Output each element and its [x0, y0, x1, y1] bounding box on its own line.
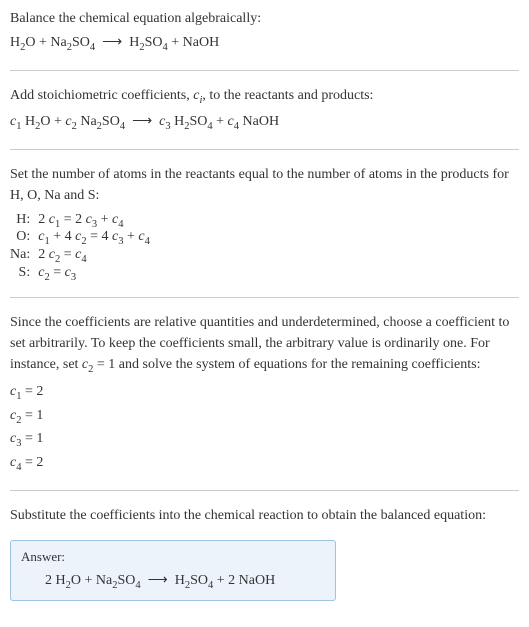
atom-row: O: c1 + 4 c2 = 4 c3 + c4 — [10, 229, 150, 247]
step1-text: Balance the chemical equation algebraica… — [10, 8, 519, 29]
answer-equation: 2 H2O + Na2SO4 ⟶ H2SO4 + 2 NaOH — [21, 571, 325, 591]
coefficients: c1 = 2 c2 = 1 c3 = 1 c4 = 2 — [10, 381, 519, 475]
step2-equation: c1 H2O + c2 Na2SO4 ⟶ c3 H2SO4 + c4 NaOH — [10, 110, 519, 135]
divider — [10, 490, 519, 491]
atom-row: S: c2 = c3 — [10, 265, 150, 283]
answer-label: Answer: — [21, 549, 325, 565]
step-solve: Since the coefficients are relative quan… — [10, 312, 519, 476]
step-atoms: Set the number of atoms in the reactants… — [10, 164, 519, 283]
coef-line: c4 = 2 — [10, 452, 519, 476]
atom-row: H: 2 c1 = 2 c3 + c4 — [10, 212, 150, 230]
step2-text: Add stoichiometric coefficients, ci, to … — [10, 85, 519, 109]
step1-equation: H2O + Na2SO4 ⟶ H2SO4 + NaOH — [10, 31, 519, 56]
step-substitute: Substitute the coefficients into the che… — [10, 505, 519, 526]
coef-line: c3 = 1 — [10, 428, 519, 452]
step5-text: Substitute the coefficients into the che… — [10, 505, 519, 526]
answer-box: Answer: 2 H2O + Na2SO4 ⟶ H2SO4 + 2 NaOH — [10, 540, 336, 602]
step-balance: Balance the chemical equation algebraica… — [10, 8, 519, 56]
divider — [10, 70, 519, 71]
step4-text: Since the coefficients are relative quan… — [10, 312, 519, 378]
step3-text: Set the number of atoms in the reactants… — [10, 164, 519, 206]
coef-line: c2 = 1 — [10, 405, 519, 429]
divider — [10, 149, 519, 150]
atom-equations: H: 2 c1 = 2 c3 + c4 O: c1 + 4 c2 = 4 c3 … — [10, 212, 150, 283]
step-stoichiometric: Add stoichiometric coefficients, ci, to … — [10, 85, 519, 135]
coef-line: c1 = 2 — [10, 381, 519, 405]
divider — [10, 297, 519, 298]
atom-row: Na: 2 c2 = c4 — [10, 247, 150, 265]
